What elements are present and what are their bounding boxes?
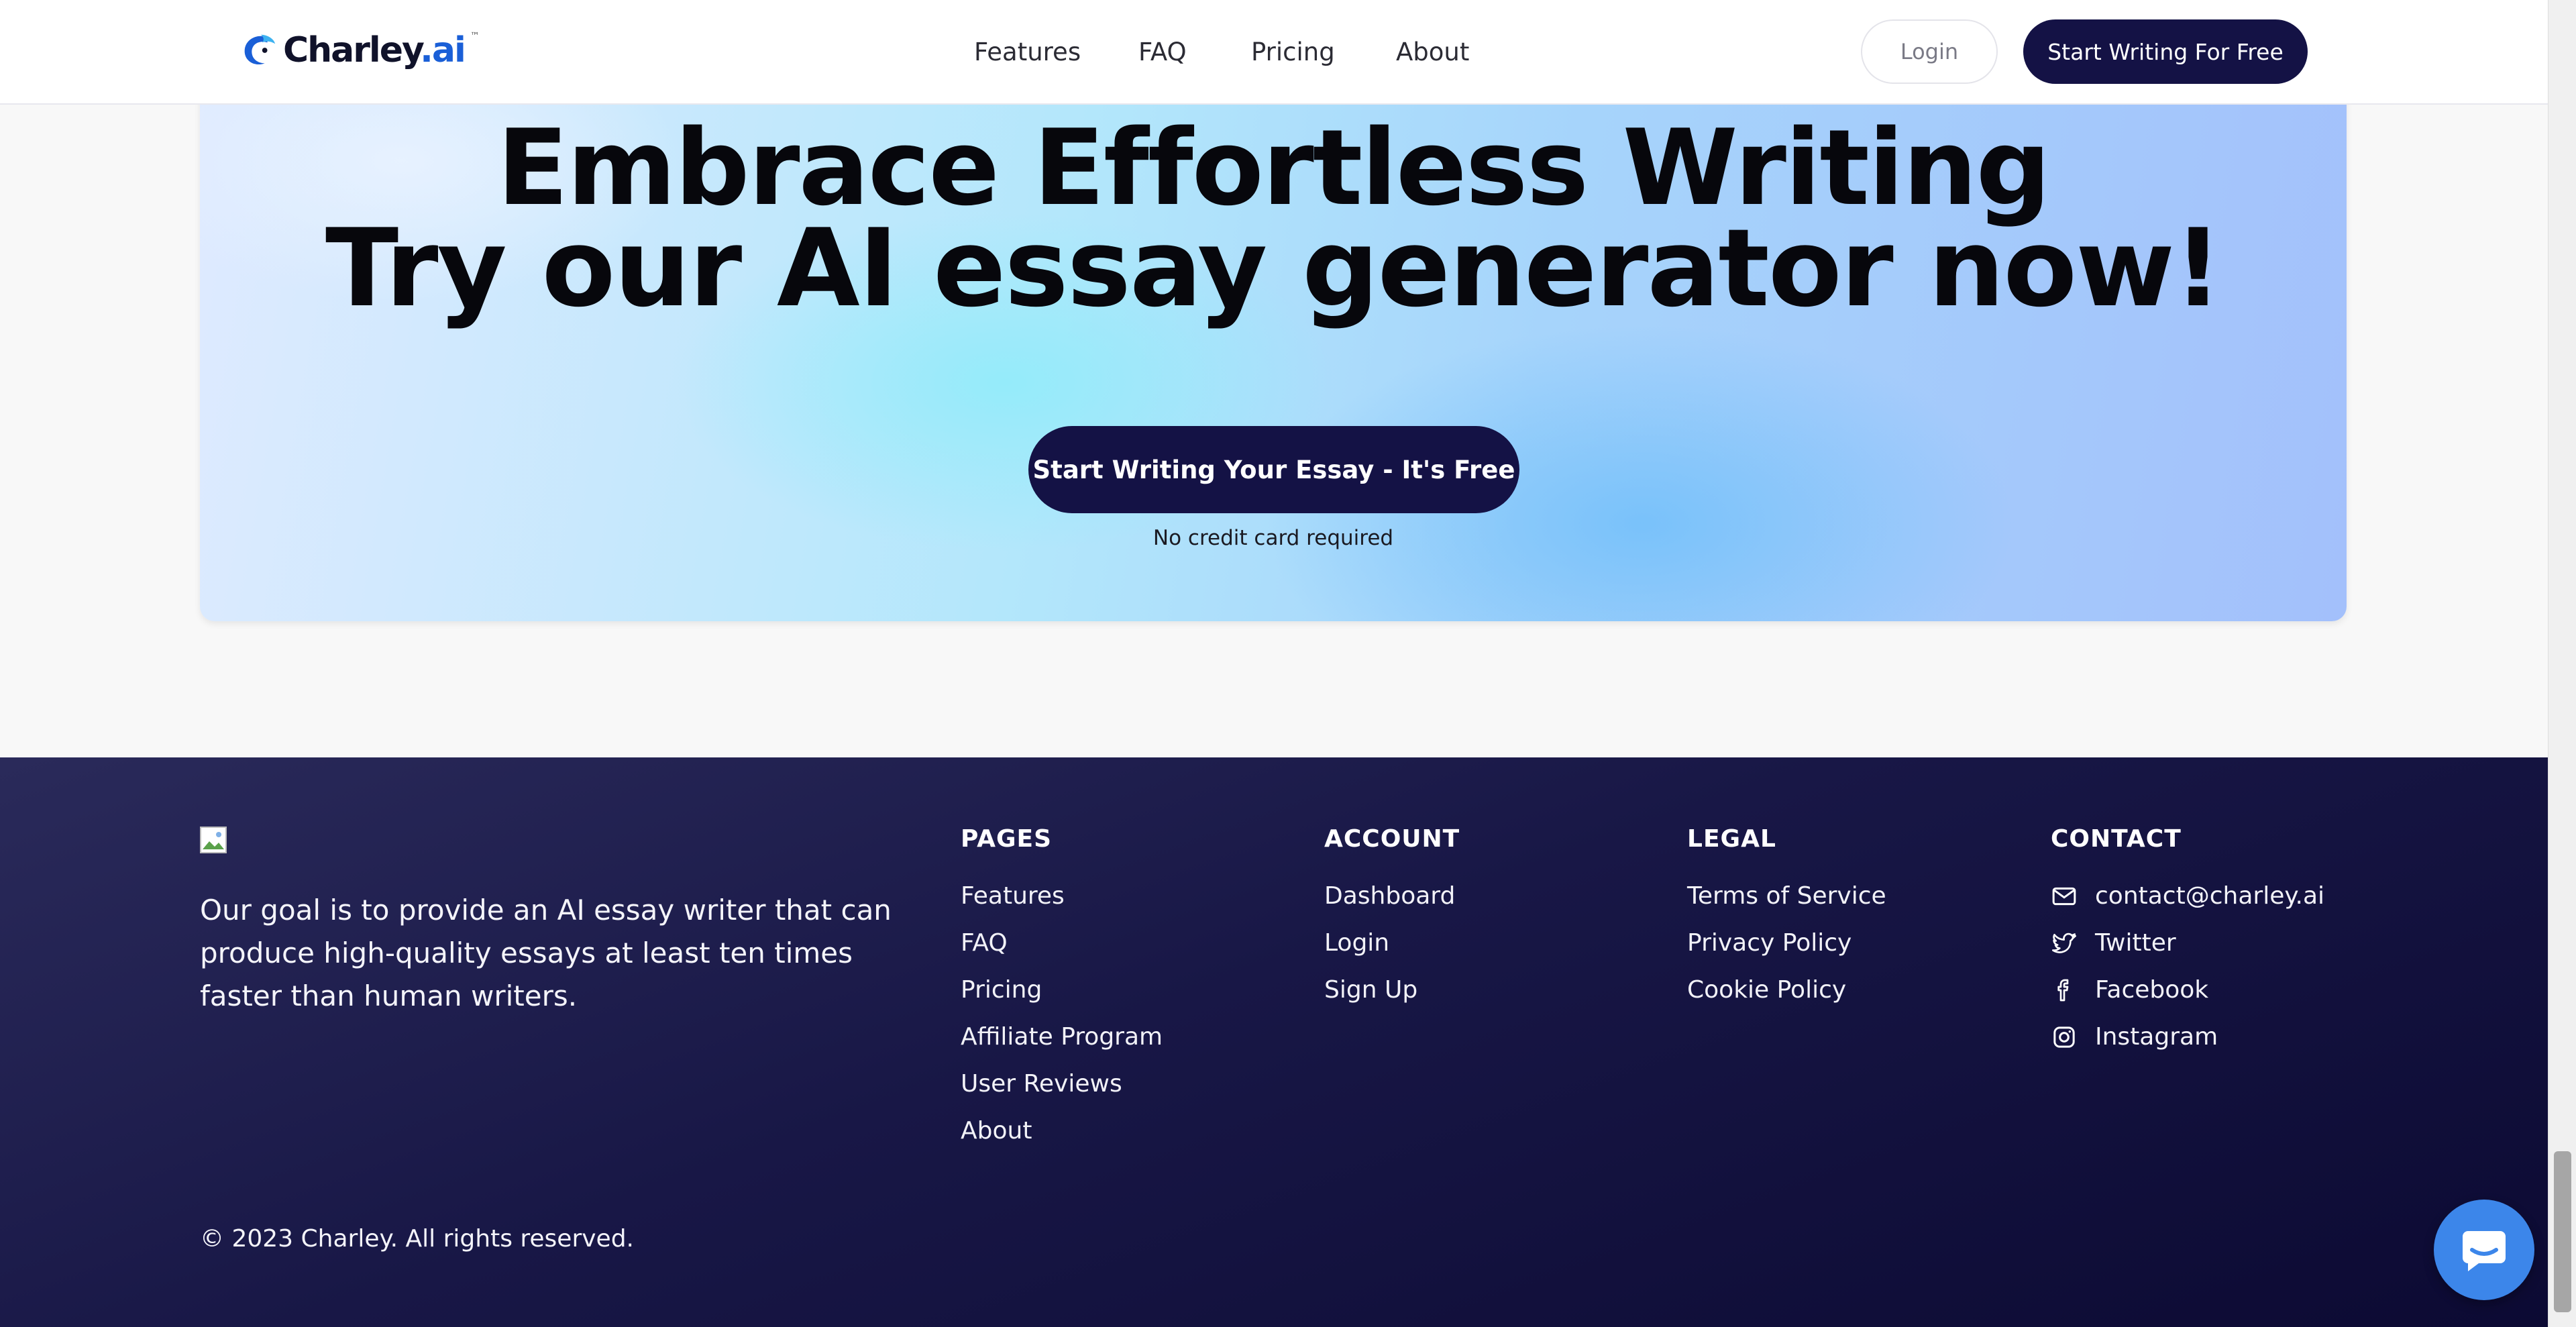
footer-link-facebook[interactable]: Facebook [2051, 967, 2324, 1014]
instagram-label: Instagram [2095, 1023, 2218, 1051]
footer-account-column: ACCOUNT Dashboard Login Sign Up [1324, 825, 1460, 1014]
footer-link-signup[interactable]: Sign Up [1324, 967, 1460, 1014]
footer-link-terms[interactable]: Terms of Service [1687, 873, 1886, 920]
no-credit-card-note: No credit card required [1152, 526, 1394, 550]
facebook-label: Facebook [2095, 976, 2209, 1004]
footer-link-twitter[interactable]: Twitter [2051, 920, 2324, 967]
footer-contact-column: CONTACT contact@charley.ai Twitter Faceb… [2051, 825, 2324, 1061]
charley-logo[interactable]: Charley.ai ™ [239, 27, 480, 74]
nav-pricing[interactable]: Pricing [1251, 38, 1335, 66]
footer-link-pricing[interactable]: Pricing [961, 967, 1163, 1014]
footer-contact-heading: CONTACT [2051, 825, 2182, 853]
chat-widget-button[interactable] [2434, 1200, 2534, 1300]
footer-link-about[interactable]: About [961, 1108, 1163, 1155]
footer-link-privacy[interactable]: Privacy Policy [1687, 920, 1886, 967]
start-essay-button[interactable]: Start Writing Your Essay - It's Free [1028, 426, 1519, 513]
footer-legal-column: LEGAL Terms of Service Privacy Policy Co… [1687, 825, 1886, 1014]
logo-text: Charley.ai [283, 30, 466, 70]
footer-link-email[interactable]: contact@charley.ai [2051, 873, 2324, 920]
footer-pages-column: PAGES Features FAQ Pricing Affiliate Pro… [961, 825, 1163, 1155]
copyright-text: © 2023 Charley. All rights reserved. [200, 1225, 634, 1253]
footer-link-dashboard[interactable]: Dashboard [1324, 873, 1460, 920]
footer-link-faq[interactable]: FAQ [961, 920, 1163, 967]
footer-mission-text: Our goal is to provide an AI essay write… [200, 894, 892, 1012]
facebook-icon [2051, 977, 2078, 1004]
login-button[interactable]: Login [1861, 19, 1998, 84]
instagram-icon [2051, 1024, 2078, 1051]
footer-pages-heading: PAGES [961, 825, 1053, 853]
footer-link-affiliate[interactable]: Affiliate Program [961, 1014, 1163, 1061]
email-label: contact@charley.ai [2095, 882, 2325, 910]
twitter-label: Twitter [2095, 929, 2176, 957]
nav-faq[interactable]: FAQ [1138, 38, 1187, 66]
nav-features[interactable]: Features [974, 38, 1081, 66]
twitter-icon [2051, 930, 2078, 957]
logo-trademark: ™ [470, 31, 480, 42]
scrollbar-thumb[interactable] [2554, 1151, 2571, 1312]
footer-legal-heading: LEGAL [1687, 825, 1776, 853]
footer-link-features[interactable]: Features [961, 873, 1163, 920]
broken-image-icon [200, 827, 227, 853]
page-scrollbar[interactable] [2548, 0, 2576, 1327]
mail-icon [2051, 883, 2078, 910]
footer-account-heading: ACCOUNT [1324, 825, 1460, 853]
start-writing-button[interactable]: Start Writing For Free [2023, 19, 2308, 84]
hero-card: Embrace Effortless Writing Try our AI es… [200, 94, 2347, 621]
footer-link-cookie[interactable]: Cookie Policy [1687, 967, 1886, 1014]
chat-bubble-icon [2463, 1231, 2506, 1271]
charley-logo-icon [244, 34, 276, 65]
nav-about[interactable]: About [1396, 38, 1469, 66]
site-header: Charley.ai ™ Features FAQ Pricing About … [0, 0, 2548, 105]
footer-link-reviews[interactable]: User Reviews [961, 1061, 1163, 1108]
hero-title-line2: Try our AI essay generator now! [325, 205, 2222, 331]
footer-link-login[interactable]: Login [1324, 920, 1460, 967]
footer-link-instagram[interactable]: Instagram [2051, 1014, 2324, 1061]
